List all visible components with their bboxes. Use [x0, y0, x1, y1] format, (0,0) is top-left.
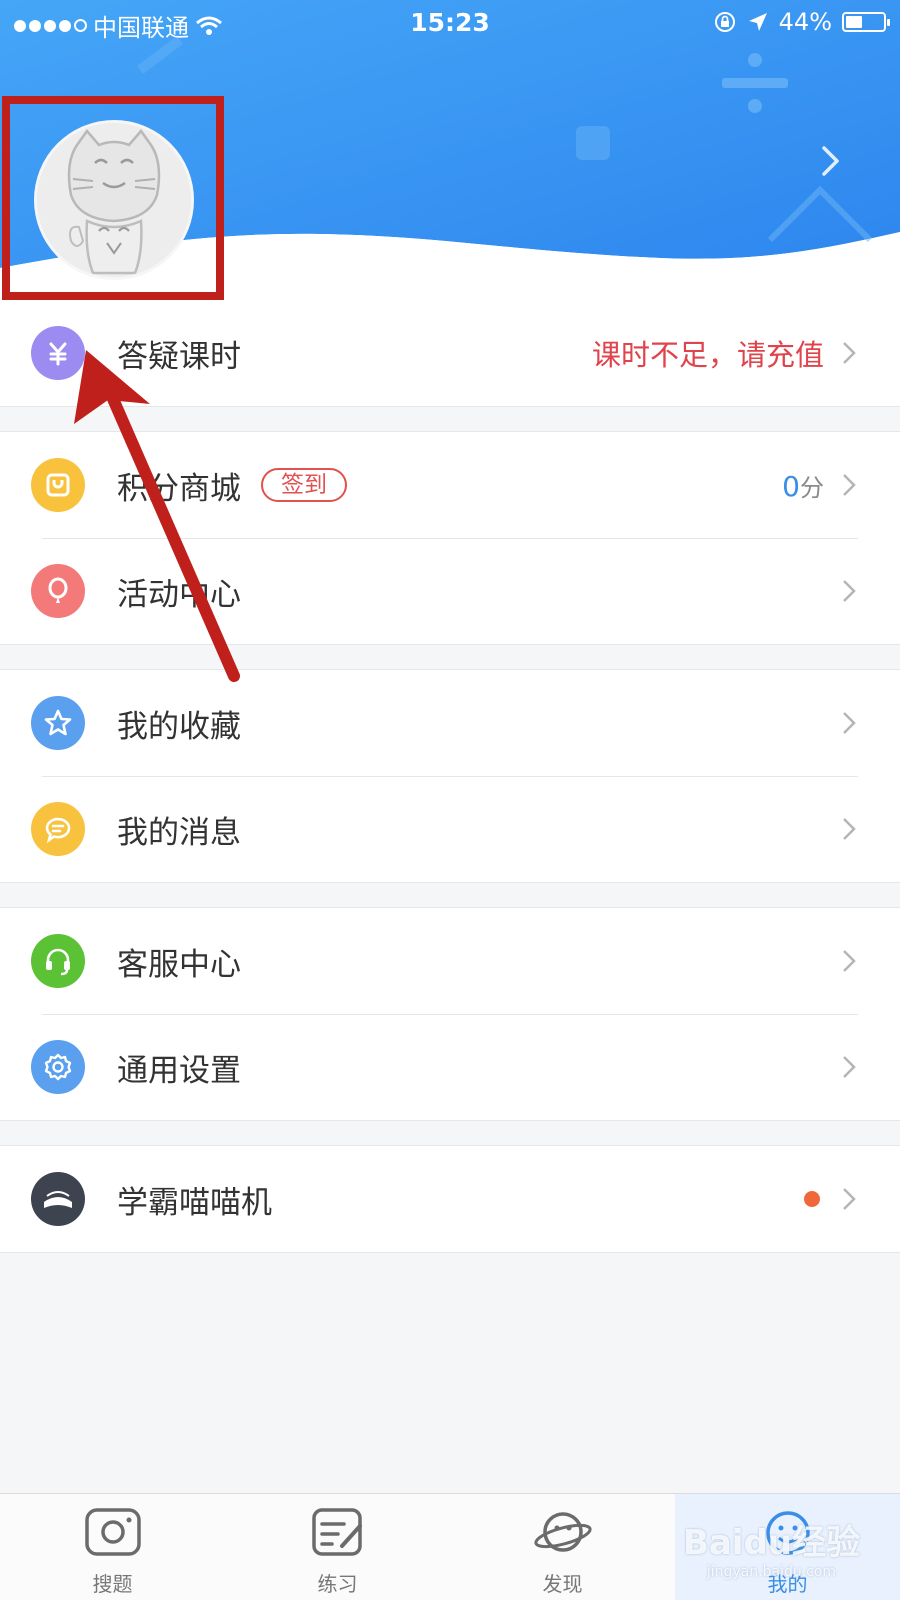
chevron-right-icon — [843, 950, 856, 972]
chevron-right-icon — [843, 580, 856, 602]
menu-group-personal: 我的收藏 我的消息 — [0, 669, 900, 883]
menu-item-label: 答疑课时 — [117, 338, 241, 375]
check-in-badge[interactable]: 签到 — [261, 468, 347, 502]
baidu-watermark: Baidu经验 jingyan.baidu.com — [683, 1515, 860, 1580]
edit-note-icon — [311, 1508, 362, 1556]
menu-item-customer-service[interactable]: 客服中心 — [0, 908, 900, 1014]
balloon-icon — [31, 564, 85, 618]
chevron-right-icon — [843, 474, 856, 496]
chevron-right-icon — [843, 818, 856, 840]
star-icon — [31, 696, 85, 750]
menu-group-rewards: 积分商城 签到 0分 活动中心 — [0, 431, 900, 645]
menu-group-device: 学霸喵喵机 — [0, 1145, 900, 1253]
location-arrow-icon — [748, 13, 767, 31]
orientation-lock-icon — [714, 12, 735, 32]
tab-bar: 搜题 练习 发现 我的 Baidu经验 jingyan.baidu.com — [0, 1493, 900, 1600]
notification-dot — [804, 1191, 820, 1207]
tab-label: 搜题 — [92, 1572, 133, 1596]
menu-item-label: 积分商城 — [117, 470, 241, 507]
tab-practice[interactable]: 练习 — [225, 1494, 450, 1600]
menu-item-label: 客服中心 — [117, 946, 241, 983]
watermark-brand: Baidu经验 — [682, 1523, 860, 1563]
menu-item-messages[interactable]: 我的消息 — [0, 776, 900, 882]
menu-item-general-settings[interactable]: 通用设置 — [0, 1014, 900, 1120]
chevron-right-icon — [843, 342, 856, 364]
menu-item-favorites[interactable]: 我的收藏 — [0, 670, 900, 776]
menu-item-label: 我的消息 — [117, 814, 241, 851]
gear-icon — [31, 1040, 85, 1094]
menu-item-label: 通用设置 — [117, 1052, 241, 1089]
menu-item-label: 活动中心 — [117, 576, 241, 613]
menu-item-qa-lessons[interactable]: 答疑课时 课时不足，请充值 — [0, 300, 900, 406]
chevron-right-icon — [843, 1188, 856, 1210]
points-unit: 分 — [800, 473, 824, 502]
chevron-right-icon — [843, 712, 856, 734]
chevron-right-icon[interactable] — [818, 144, 844, 178]
printer-icon — [31, 1172, 85, 1226]
menu-item-printer[interactable]: 学霸喵喵机 — [0, 1146, 900, 1252]
lesson-balance-warning: 课时不足，请充值 — [591, 338, 824, 372]
menu-item-label: 学霸喵喵机 — [117, 1184, 272, 1221]
status-bar: 中国联通 15:23 44% — [0, 0, 900, 46]
battery-icon — [842, 12, 890, 32]
tab-search-question[interactable]: 搜题 — [0, 1494, 225, 1600]
menu-item-activity-center[interactable]: 活动中心 — [0, 538, 900, 644]
battery-level — [846, 16, 862, 28]
tab-label: 发现 — [542, 1572, 583, 1596]
menu-item-points-mall[interactable]: 积分商城 签到 0分 — [0, 432, 900, 538]
menu-group-support: 客服中心 通用设置 — [0, 907, 900, 1121]
menu-item-label: 我的收藏 — [117, 708, 241, 745]
yen-icon — [31, 326, 85, 380]
annotation-highlight-box — [2, 96, 224, 300]
tab-discover[interactable]: 发现 — [450, 1494, 675, 1600]
menu-list: 答疑课时 课时不足，请充值 积分商城 签到 0分 活动中心 我的收藏 我的消息 … — [0, 300, 900, 1277]
chevron-right-icon — [843, 1056, 856, 1078]
battery-percent: 44% — [778, 8, 832, 36]
points-value: 0 — [782, 469, 800, 503]
menu-group-lessons: 答疑课时 课时不足，请充值 — [0, 300, 900, 407]
camera-icon — [84, 1508, 141, 1556]
planet-icon — [533, 1512, 592, 1552]
watermark-url: jingyan.baidu.com — [706, 1564, 837, 1580]
headset-icon — [31, 934, 85, 988]
tab-label: 练习 — [317, 1572, 358, 1596]
shopping-bag-icon — [31, 458, 85, 512]
message-icon — [31, 802, 85, 856]
profile-header: 中国联通 15:23 44% — [0, 0, 900, 300]
